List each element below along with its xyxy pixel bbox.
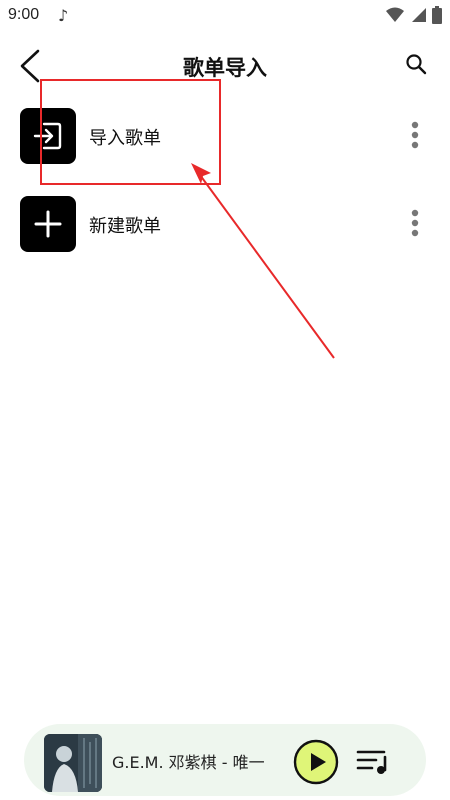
annotation-arrow (191, 163, 335, 359)
play-button[interactable] (293, 739, 339, 785)
mini-player[interactable]: G.E.M. 邓紫棋 - 唯一 (24, 724, 426, 796)
album-cover[interactable] (44, 734, 102, 792)
album-art-image (44, 734, 102, 792)
now-playing-title: G.E.M. 邓紫棋 - 唯一 (112, 753, 265, 772)
playlist-icon[interactable] (356, 748, 390, 776)
